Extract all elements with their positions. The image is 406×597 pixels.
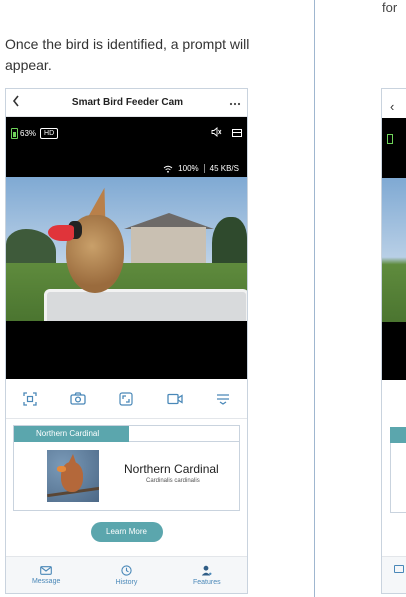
nav-features[interactable]: Features [167, 557, 247, 593]
scan-button[interactable] [19, 388, 41, 410]
learn-more-button[interactable]: Learn More [90, 522, 163, 542]
back-button[interactable] [12, 94, 26, 111]
message-icon [394, 565, 404, 573]
partial-camera-image [382, 178, 406, 322]
bird-camera-image [6, 177, 247, 321]
bird-common-name: Northern Cardinal [124, 462, 219, 476]
partial-caption-text: for [382, 0, 398, 15]
storage-icon[interactable] [232, 129, 242, 137]
column-divider [314, 0, 315, 597]
speaker-mute-icon [211, 126, 222, 137]
nav-history-label: History [115, 578, 138, 586]
live-video[interactable]: 63% HD 100% 45 KB/S [6, 117, 247, 379]
video-status-bar: 63% HD [6, 125, 247, 141]
record-button[interactable] [164, 388, 186, 410]
camera-icon [70, 392, 86, 405]
phone-screen: Smart Bird Feeder Cam 63% HD 100% 45 KB/… [5, 88, 248, 594]
more-options-button[interactable] [229, 97, 241, 109]
partial-result-tab [390, 427, 406, 443]
snapshot-button[interactable] [67, 388, 89, 410]
transfer-speed: 45 KB/S [209, 164, 239, 173]
control-bar [6, 379, 247, 419]
clock-icon [121, 564, 132, 576]
chevron-left-icon: ‹ [390, 99, 395, 114]
video-record-icon [167, 393, 183, 404]
bottom-navigation: Message History Features [6, 556, 247, 593]
nav-message-label: Message [31, 577, 61, 585]
menu-button[interactable] [212, 388, 234, 410]
app-title: Smart Bird Feeder Cam [71, 97, 184, 108]
menu-icon [216, 393, 229, 405]
nav-history[interactable]: History [86, 557, 166, 593]
instruction-text: Once the bird is identified, a prompt wi… [5, 36, 250, 73]
bird-scientific-name: Cardinalis cardinalis [146, 478, 200, 484]
features-user-icon [202, 565, 212, 575]
chevron-left-icon [12, 95, 19, 107]
battery-icon [387, 134, 393, 144]
wifi-strength: 100% [178, 164, 199, 173]
fullscreen-button[interactable] [115, 388, 137, 410]
second-phone-screen-partial: ‹ [381, 88, 406, 594]
network-separator [203, 164, 205, 173]
nav-features-label: Features [193, 578, 221, 586]
bird-thumbnail [47, 450, 99, 502]
message-icon [40, 565, 53, 575]
battery-icon [11, 127, 18, 139]
network-status: 100% 45 KB/S [163, 164, 239, 173]
identification-card: Northern Cardinal Northern Cardinal Card… [13, 425, 240, 511]
battery-level: 63% [20, 128, 37, 138]
mute-button[interactable] [211, 126, 222, 140]
result-tab[interactable]: Northern Cardinal [14, 426, 129, 442]
partial-bottom-navigation [382, 556, 406, 593]
scan-icon [23, 391, 37, 406]
app-header: Smart Bird Feeder Cam [6, 89, 247, 117]
more-dots-icon [229, 102, 241, 105]
hd-quality-button[interactable]: HD [40, 127, 59, 139]
feeder-tray [44, 289, 247, 321]
fullscreen-icon [119, 391, 134, 406]
nav-message[interactable]: Message [6, 557, 86, 593]
wifi-icon [163, 165, 173, 173]
